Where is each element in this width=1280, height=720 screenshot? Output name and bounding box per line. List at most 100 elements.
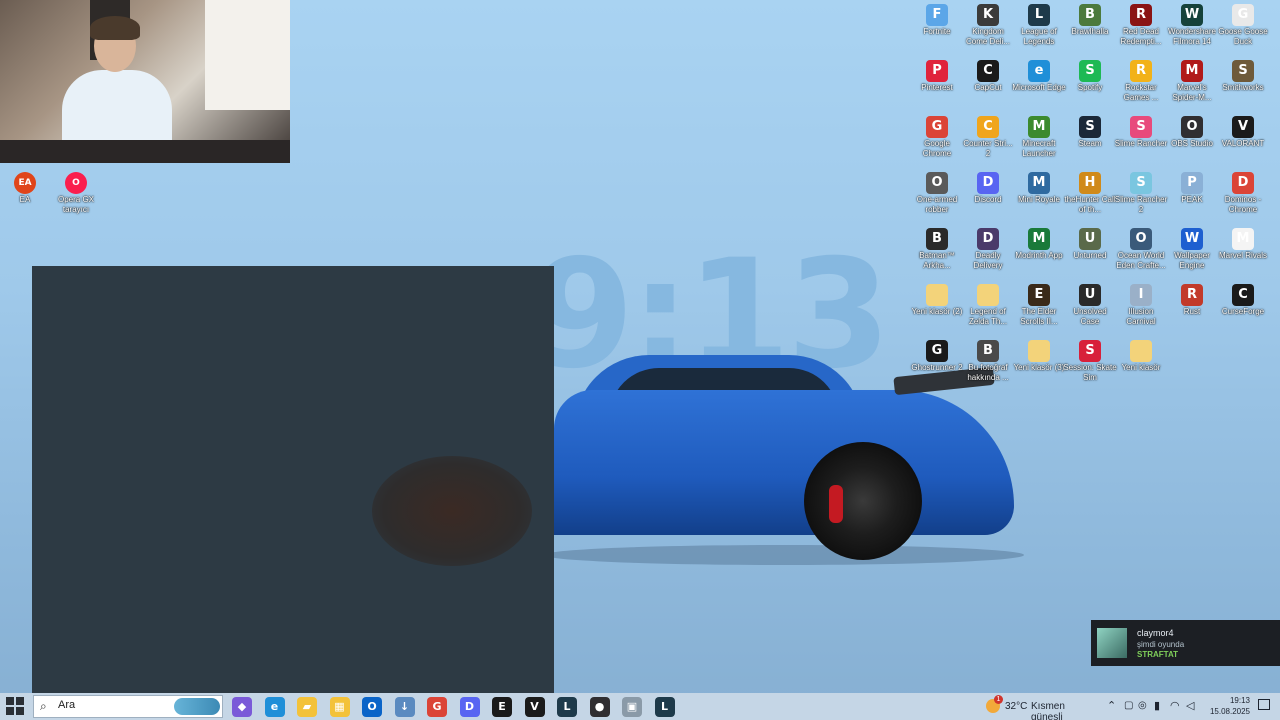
desktop-icon[interactable]: S Smithworks [1216,58,1270,112]
desktop-icon[interactable]: Legend of Zelda Th... [961,282,1015,336]
app-icon: S [1130,116,1152,138]
desktop-icon[interactable]: e Microsoft Edge [1012,58,1066,112]
desktop-icon-label: CapCut [974,83,1002,92]
desktop-icon-label: Discord [974,195,1002,204]
desktop-icon[interactable]: L League of Legends [1012,2,1066,56]
store-icon[interactable]: ▦ [329,697,350,717]
desktop-icon[interactable]: D Discord [961,170,1015,224]
desktop-icon[interactable]: S Steam [1063,114,1117,168]
desktop-icon[interactable]: M Modrinth App [1012,226,1066,280]
search-input[interactable] [58,699,158,711]
desktop-icon[interactable]: Yeni klasör (2) [910,282,964,336]
epic-games-icon[interactable]: E [492,697,512,717]
app-icon: e [1028,60,1050,82]
app-icon[interactable]: ▣ [622,697,642,717]
desktop-icon-label: Pinterest [921,83,953,92]
desktop-icon[interactable]: M Marvel Rivals [1216,226,1270,280]
desktop-icon[interactable]: W Wondershare Filmora 14 [1165,2,1219,56]
desktop-icon[interactable]: O Ocean World Eden Crafte... [1114,226,1168,280]
app-window[interactable] [32,266,554,693]
desktop-icon[interactable]: HtheHunter Call of th... [1063,170,1117,224]
desktop-icon[interactable]: D Dominos - Chrome [1216,170,1270,224]
desktop-icon[interactable]: B Brawlhalla [1063,2,1117,56]
speaker-icon[interactable]: ◁ [1186,699,1194,712]
network-icon[interactable]: ◠ [1170,699,1180,712]
desktop-icon-label: Modrinth App [1015,251,1063,260]
app-icon: D [1232,172,1254,194]
desktop-icon[interactable]: C Counter Stri... 2 [961,114,1015,168]
desktop-icon[interactable]: C CurseForge [1216,282,1270,336]
desktop-icon[interactable]: F Fortnite [910,2,964,56]
desktop-icon[interactable]: U Unturned [1063,226,1117,280]
desktop-icon[interactable]: P PEAK [1165,170,1219,224]
search-box[interactable]: ⌕ [33,695,223,718]
desktop-icon-label: Yeni klasör (3) [1013,363,1065,372]
desktop-icon[interactable]: D Deadly Delivery [961,226,1015,280]
valorant-icon[interactable]: V [524,697,545,717]
notification-center-button[interactable] [1252,693,1276,720]
desktop-icon[interactable]: G Ghostrunner 2 [910,338,964,392]
file-explorer-icon[interactable]: ▰ [297,697,317,717]
desktop-icon[interactable]: R Red Dead Redempti... [1114,2,1168,56]
desktop-icon[interactable]: G Google Chrome [910,114,964,168]
app-icon: O [1130,228,1152,250]
desktop-icon[interactable]: B Bu fotoğraf hakkında ... [961,338,1015,392]
desktop-icon[interactable]: B Batman™ Arkha... [910,226,964,280]
desktop-icon[interactable]: W Wallpaper Engine [1165,226,1219,280]
desktop-icon[interactable]: M Marvel's Spider-M... [1165,58,1219,112]
desktop-icon[interactable]: V VALORANT [1216,114,1270,168]
app-icon: S [1232,60,1254,82]
desktop-icon[interactable]: O OBS Studio [1165,114,1219,168]
desktop-icon[interactable]: EA EA [0,170,52,224]
desktop-icon[interactable]: P Pinterest [910,58,964,112]
desktop-icon[interactable]: S Spotify [1063,58,1117,112]
desktop-icon[interactable]: M Mini Royale [1012,170,1066,224]
desktop-icon[interactable]: I Illusion Carnival [1114,282,1168,336]
tray-meet-icon[interactable]: ◎ [1138,700,1147,711]
desktop-icon[interactable]: Yeni klasör [1114,338,1168,392]
microphone-icon[interactable]: ▮ [1154,699,1160,712]
desktop-icon-label: Wondershare Filmora 14 [1168,27,1216,46]
desktop-icon[interactable]: S Session: Skate Sim [1063,338,1117,392]
app-icon: C [1232,284,1254,306]
app-icon: S [1130,172,1152,194]
app-icon: O [65,172,87,194]
discord-icon[interactable]: D [459,697,480,717]
edge-icon[interactable]: e [264,697,285,717]
app-icon: M [1232,228,1254,250]
app-icon: U [1079,284,1101,306]
desktop-icon-label: Unsolved Case [1073,307,1107,326]
clock[interactable]: 19:13 15.08.2025 [1198,693,1250,720]
desktop-icon[interactable]: M Minecraft Launcher [1012,114,1066,168]
desktop-icon[interactable]: K Kingdom Come Deli... [961,2,1015,56]
desktop-icon[interactable]: O One-armed robber [910,170,964,224]
app-icon: H [1079,172,1101,194]
chrome-icon[interactable]: G [427,697,447,717]
weather-widget[interactable]: 1 32°C Kısmen güneşli [984,693,1096,720]
obs-icon[interactable]: ● [589,697,610,717]
riot-client-icon[interactable]: L [654,697,675,717]
start-button[interactable] [6,697,26,717]
app-icon [1028,340,1050,362]
desktop-icon[interactable]: O Opera GX tarayıcı [49,170,103,224]
downloads-icon[interactable]: ↓ [394,697,415,717]
desktop-icon[interactable]: E The Elder Scrolls II... [1012,282,1066,336]
desktop-icon[interactable]: S Slime Rancher 2 [1114,170,1168,224]
desktop-icon[interactable]: C CapCut [961,58,1015,112]
copilot-icon[interactable]: ◆ [232,697,252,717]
chevron-up-icon[interactable]: ⌃ [1107,699,1116,712]
desktop-icon[interactable]: R Rockstar Games ... [1114,58,1168,112]
desktop-icon[interactable]: U Unsolved Case [1063,282,1117,336]
desktop-icon[interactable]: R Rust [1165,282,1219,336]
tray-app-icon[interactable]: ▢ [1124,700,1133,711]
desktop-icon[interactable]: Yeni klasör (3) [1012,338,1066,392]
desktop-icon-label: Bu fotoğraf hakkında ... [967,363,1009,382]
desktop-icon[interactable]: G Goose Goose Duck [1216,2,1270,56]
desktop-icon[interactable]: S Slime Rancher [1114,114,1168,168]
steam-notification[interactable]: claymor4 şimdi oyunda STRAFTAT [1091,620,1280,666]
app-icon: G [926,116,948,138]
desktop-icon-label: Red Dead Redempti... [1120,27,1162,46]
desktop-icon-label: Opera GX tarayıcı [57,195,94,214]
league-of-legends-icon[interactable]: L [557,697,577,717]
outlook-icon[interactable]: O [362,697,382,717]
